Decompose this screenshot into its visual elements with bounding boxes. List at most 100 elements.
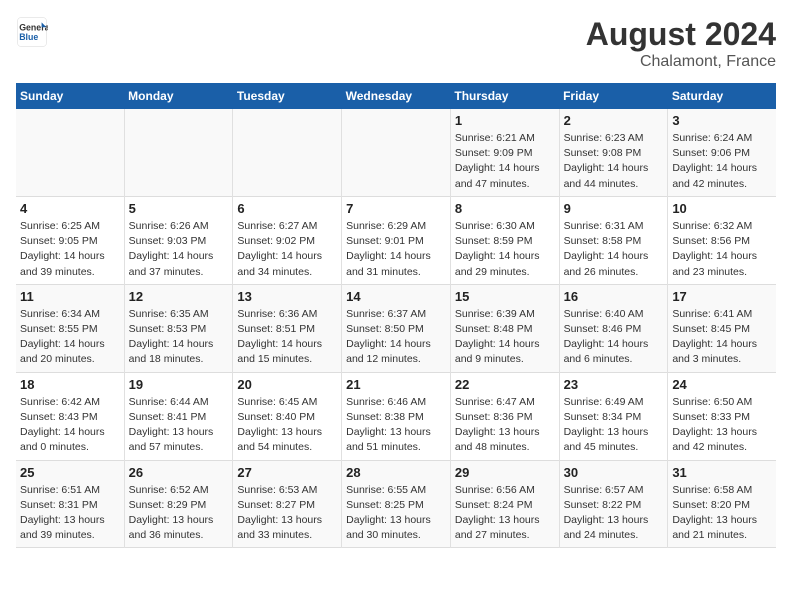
day-number-27: 27 xyxy=(237,465,337,480)
title-area: August 2024 Chalamont, France xyxy=(586,16,776,71)
header-day-thursday: Thursday xyxy=(450,83,559,109)
day-cell-6: 6 Sunrise: 6:27 AM Sunset: 9:02 PM Daylig… xyxy=(233,196,342,284)
day-cell-17: 17 Sunrise: 6:41 AM Sunset: 8:45 PM Dayli… xyxy=(668,284,776,372)
day-detail-17: Sunrise: 6:41 AM Sunset: 8:45 PM Dayligh… xyxy=(672,307,772,368)
day-detail-9: Sunrise: 6:31 AM Sunset: 8:58 PM Dayligh… xyxy=(564,219,664,280)
day-detail-30: Sunrise: 6:57 AM Sunset: 8:22 PM Dayligh… xyxy=(564,483,664,544)
day-detail-25: Sunrise: 6:51 AM Sunset: 8:31 PM Dayligh… xyxy=(20,483,120,544)
day-cell-25: 25 Sunrise: 6:51 AM Sunset: 8:31 PM Dayli… xyxy=(16,460,124,548)
day-detail-16: Sunrise: 6:40 AM Sunset: 8:46 PM Dayligh… xyxy=(564,307,664,368)
day-detail-26: Sunrise: 6:52 AM Sunset: 8:29 PM Dayligh… xyxy=(129,483,229,544)
day-cell-7: 7 Sunrise: 6:29 AM Sunset: 9:01 PM Daylig… xyxy=(342,196,451,284)
day-detail-4: Sunrise: 6:25 AM Sunset: 9:05 PM Dayligh… xyxy=(20,219,120,280)
day-detail-5: Sunrise: 6:26 AM Sunset: 9:03 PM Dayligh… xyxy=(129,219,229,280)
week-row-5: 25 Sunrise: 6:51 AM Sunset: 8:31 PM Dayli… xyxy=(16,460,776,548)
day-detail-19: Sunrise: 6:44 AM Sunset: 8:41 PM Dayligh… xyxy=(129,395,229,456)
day-cell-28: 28Sunrise: 6:55 AM Sunset: 8:25 PM Dayli… xyxy=(342,460,451,548)
day-number-25: 25 xyxy=(20,465,120,480)
day-cell-24: 24Sunrise: 6:50 AM Sunset: 8:33 PM Dayli… xyxy=(668,372,776,460)
day-number-15: 15 xyxy=(455,289,555,304)
day-detail-6: Sunrise: 6:27 AM Sunset: 9:02 PM Dayligh… xyxy=(237,219,337,280)
day-number-3: 3 xyxy=(672,113,772,128)
day-detail-31: Sunrise: 6:58 AM Sunset: 8:20 PM Dayligh… xyxy=(672,483,772,544)
day-cell-26: 26Sunrise: 6:52 AM Sunset: 8:29 PM Dayli… xyxy=(124,460,233,548)
week-row-1: 1 Sunrise: 6:21 AM Sunset: 9:09 PM Daylig… xyxy=(16,109,776,196)
header-row: SundayMondayTuesdayWednesdayThursdayFrid… xyxy=(16,83,776,109)
day-detail-23: Sunrise: 6:49 AM Sunset: 8:34 PM Dayligh… xyxy=(564,395,664,456)
svg-text:Blue: Blue xyxy=(19,32,38,42)
empty-cell xyxy=(124,109,233,196)
svg-text:General: General xyxy=(19,22,48,32)
day-number-1: 1 xyxy=(455,113,555,128)
day-number-11: 11 xyxy=(20,289,120,304)
day-detail-12: Sunrise: 6:35 AM Sunset: 8:53 PM Dayligh… xyxy=(129,307,229,368)
day-number-24: 24 xyxy=(672,377,772,392)
week-row-4: 18Sunrise: 6:42 AM Sunset: 8:43 PM Dayli… xyxy=(16,372,776,460)
day-detail-18: Sunrise: 6:42 AM Sunset: 8:43 PM Dayligh… xyxy=(20,395,120,456)
day-cell-19: 19 Sunrise: 6:44 AM Sunset: 8:41 PM Dayli… xyxy=(124,372,233,460)
day-cell-4: 4Sunrise: 6:25 AM Sunset: 9:05 PM Daylig… xyxy=(16,196,124,284)
day-detail-14: Sunrise: 6:37 AM Sunset: 8:50 PM Dayligh… xyxy=(346,307,446,368)
day-number-30: 30 xyxy=(564,465,664,480)
header-day-wednesday: Wednesday xyxy=(342,83,451,109)
day-detail-7: Sunrise: 6:29 AM Sunset: 9:01 PM Dayligh… xyxy=(346,219,446,280)
day-detail-1: Sunrise: 6:21 AM Sunset: 9:09 PM Dayligh… xyxy=(455,131,555,192)
day-number-6: 6 xyxy=(237,201,337,216)
day-cell-3: 3 Sunrise: 6:24 AM Sunset: 9:06 PM Daylig… xyxy=(668,109,776,196)
logo-icon: General Blue xyxy=(16,16,48,48)
day-cell-18: 18Sunrise: 6:42 AM Sunset: 8:43 PM Dayli… xyxy=(16,372,124,460)
header-day-saturday: Saturday xyxy=(668,83,776,109)
day-number-12: 12 xyxy=(129,289,229,304)
day-cell-11: 11 Sunrise: 6:34 AM Sunset: 8:55 PM Dayli… xyxy=(16,284,124,372)
day-detail-21: Sunrise: 6:46 AM Sunset: 8:38 PM Dayligh… xyxy=(346,395,446,456)
location: Chalamont, France xyxy=(586,53,776,71)
day-detail-15: Sunrise: 6:39 AM Sunset: 8:48 PM Dayligh… xyxy=(455,307,555,368)
day-number-29: 29 xyxy=(455,465,555,480)
day-cell-20: 20 Sunrise: 6:45 AM Sunset: 8:40 PM Dayli… xyxy=(233,372,342,460)
day-cell-16: 16Sunrise: 6:40 AM Sunset: 8:46 PM Dayli… xyxy=(559,284,668,372)
empty-cell xyxy=(16,109,124,196)
day-detail-28: Sunrise: 6:55 AM Sunset: 8:25 PM Dayligh… xyxy=(346,483,446,544)
day-cell-27: 27Sunrise: 6:53 AM Sunset: 8:27 PM Dayli… xyxy=(233,460,342,548)
day-detail-29: Sunrise: 6:56 AM Sunset: 8:24 PM Dayligh… xyxy=(455,483,555,544)
calendar-table: SundayMondayTuesdayWednesdayThursdayFrid… xyxy=(16,83,776,548)
day-number-8: 8 xyxy=(455,201,555,216)
month-year: August 2024 xyxy=(586,16,776,53)
day-detail-13: Sunrise: 6:36 AM Sunset: 8:51 PM Dayligh… xyxy=(237,307,337,368)
day-cell-12: 12 Sunrise: 6:35 AM Sunset: 8:53 PM Dayli… xyxy=(124,284,233,372)
day-detail-2: Sunrise: 6:23 AM Sunset: 9:08 PM Dayligh… xyxy=(564,131,664,192)
day-number-19: 19 xyxy=(129,377,229,392)
empty-cell xyxy=(233,109,342,196)
empty-cell xyxy=(342,109,451,196)
day-cell-21: 21 Sunrise: 6:46 AM Sunset: 8:38 PM Dayli… xyxy=(342,372,451,460)
day-cell-10: 10 Sunrise: 6:32 AM Sunset: 8:56 PM Dayli… xyxy=(668,196,776,284)
day-number-7: 7 xyxy=(346,201,446,216)
day-number-10: 10 xyxy=(672,201,772,216)
day-cell-13: 13 Sunrise: 6:36 AM Sunset: 8:51 PM Dayli… xyxy=(233,284,342,372)
day-cell-2: 2 Sunrise: 6:23 AM Sunset: 9:08 PM Daylig… xyxy=(559,109,668,196)
day-number-5: 5 xyxy=(129,201,229,216)
day-detail-3: Sunrise: 6:24 AM Sunset: 9:06 PM Dayligh… xyxy=(672,131,772,192)
day-cell-15: 15 Sunrise: 6:39 AM Sunset: 8:48 PM Dayli… xyxy=(450,284,559,372)
day-detail-8: Sunrise: 6:30 AM Sunset: 8:59 PM Dayligh… xyxy=(455,219,555,280)
day-detail-20: Sunrise: 6:45 AM Sunset: 8:40 PM Dayligh… xyxy=(237,395,337,456)
day-cell-29: 29 Sunrise: 6:56 AM Sunset: 8:24 PM Dayli… xyxy=(450,460,559,548)
day-number-13: 13 xyxy=(237,289,337,304)
day-number-9: 9 xyxy=(564,201,664,216)
day-number-31: 31 xyxy=(672,465,772,480)
day-number-2: 2 xyxy=(564,113,664,128)
week-row-2: 4Sunrise: 6:25 AM Sunset: 9:05 PM Daylig… xyxy=(16,196,776,284)
day-cell-23: 23Sunrise: 6:49 AM Sunset: 8:34 PM Dayli… xyxy=(559,372,668,460)
day-cell-1: 1 Sunrise: 6:21 AM Sunset: 9:09 PM Daylig… xyxy=(450,109,559,196)
logo: General Blue xyxy=(16,16,48,48)
day-detail-10: Sunrise: 6:32 AM Sunset: 8:56 PM Dayligh… xyxy=(672,219,772,280)
day-cell-30: 30 Sunrise: 6:57 AM Sunset: 8:22 PM Dayli… xyxy=(559,460,668,548)
day-number-17: 17 xyxy=(672,289,772,304)
day-detail-11: Sunrise: 6:34 AM Sunset: 8:55 PM Dayligh… xyxy=(20,307,120,368)
day-detail-22: Sunrise: 6:47 AM Sunset: 8:36 PM Dayligh… xyxy=(455,395,555,456)
day-number-21: 21 xyxy=(346,377,446,392)
day-number-20: 20 xyxy=(237,377,337,392)
header: General Blue August 2024 Chalamont, Fran… xyxy=(16,16,776,71)
header-day-monday: Monday xyxy=(124,83,233,109)
day-number-22: 22 xyxy=(455,377,555,392)
